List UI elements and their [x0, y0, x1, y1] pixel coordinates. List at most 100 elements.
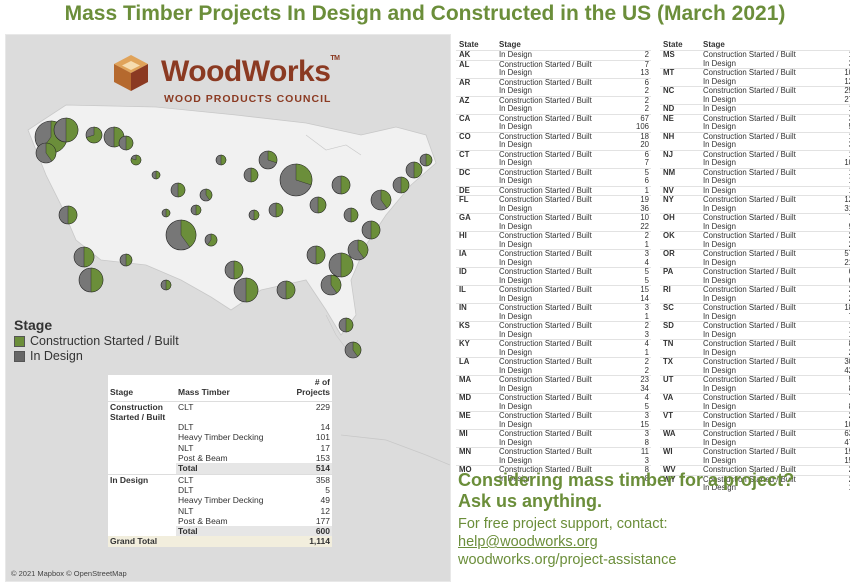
state-code: [456, 367, 497, 376]
state-count: 1: [823, 321, 850, 331]
state-row: In Design 1: [456, 240, 651, 250]
state-code: OR: [663, 249, 675, 258]
state-count: 14: [640, 293, 649, 303]
cta-subheadline: Ask us anything.: [458, 491, 603, 511]
summary-row: Post & Beam 153: [108, 453, 332, 463]
state-code: [456, 105, 497, 114]
state-row: FL Construction Started / Built 19: [456, 195, 651, 205]
summary-row: Post & Beam 177: [108, 516, 332, 526]
state-row: In Design 5: [456, 401, 651, 412]
state-stage: In Design: [499, 401, 532, 411]
map-credit[interactable]: © 2021 Mapbox © OpenStreetMap: [11, 569, 127, 578]
state-stage: In Design: [499, 50, 532, 59]
state-count: 21: [844, 257, 850, 267]
state-count: 3: [823, 59, 850, 69]
state-code: SD: [663, 321, 674, 330]
state-row: In Design 1: [660, 176, 850, 186]
state-count: 2: [644, 50, 649, 59]
project-pie-slice: [285, 280, 296, 300]
state-code: [456, 87, 497, 96]
state-stage: In Design: [703, 275, 736, 285]
legend-label: Construction Started / Built: [30, 334, 179, 348]
legend-item-in-design[interactable]: In Design: [14, 349, 179, 363]
state-table-left: State Stage AK In Design 2 AL Construction Sta…: [456, 40, 651, 483]
state-code: MA: [459, 375, 472, 384]
state-code: HI: [459, 231, 467, 240]
state-code: [456, 457, 497, 466]
state-row: In Design 31: [660, 203, 850, 214]
state-row: PAConstruction Started / Built6: [660, 267, 850, 277]
state-table-header: State Stage: [456, 40, 651, 50]
legend-item-construction[interactable]: Construction Started / Built: [14, 334, 179, 348]
state-count: 3: [823, 114, 850, 124]
state-count: 22: [640, 221, 649, 231]
state-stage: In Design: [499, 437, 532, 447]
grand-total-value: 1,114: [286, 536, 332, 547]
state-row: OKConstruction Started / Built2: [660, 231, 850, 241]
state-code: NJ: [663, 149, 673, 159]
cta-text: For free project support, contact:: [458, 516, 668, 532]
state-count: 2: [644, 104, 649, 113]
state-row: SDConstruction Started / Built1: [660, 321, 850, 331]
state-code: WA: [663, 429, 676, 438]
state-row: In Design 3: [660, 140, 850, 150]
state-count: 2: [823, 294, 850, 304]
state-count: 7: [823, 393, 850, 403]
summary-mass-timber: Heavy Timber Decking: [178, 495, 264, 506]
state-count: 34: [640, 383, 649, 393]
state-row: In Design 8: [660, 402, 850, 412]
state-row: In Design 2: [456, 86, 651, 96]
state-row: DC Construction Started / Built 5: [456, 167, 651, 178]
summary-total-row: Total 514: [108, 463, 332, 475]
state-code: GA: [459, 213, 471, 222]
cta-headline: Considering mass timber for a project?: [458, 470, 795, 490]
state-stage: In Design: [703, 419, 736, 429]
state-row: CO Construction Started / Built 18: [456, 131, 651, 142]
state-code: [456, 421, 497, 430]
summary-mass-timber: DLT: [178, 484, 194, 495]
state-row: NMConstruction Started / Built1: [660, 167, 850, 178]
state-stage: In Design: [499, 383, 532, 393]
state-row: In Design 10: [660, 158, 850, 168]
state-row: IN Construction Started / Built 3: [456, 303, 651, 313]
state-row: AL Construction Started / Built 7: [456, 59, 651, 70]
summary-stage: [108, 485, 176, 495]
state-stage: Construction Started / Built: [499, 185, 592, 195]
state-code: [660, 259, 701, 268]
state-count: 7: [823, 213, 850, 223]
state-count: 31: [844, 203, 850, 213]
us-map[interactable]: WoodWorksTM WOOD PRODUCTS COUNCIL Stage …: [5, 34, 451, 582]
summary-count: 153: [315, 453, 330, 464]
state-row: In Design 13: [456, 68, 651, 78]
state-code: [456, 277, 497, 286]
state-count: 2: [644, 365, 649, 375]
state-count: 7: [644, 158, 649, 167]
summary-row: DLT 5: [108, 485, 332, 495]
email-link[interactable]: help@woodworks.org: [458, 533, 848, 551]
summary-mass-timber: NLT: [178, 442, 194, 453]
state-row: In Design 3: [456, 456, 651, 466]
state-count: 12: [844, 76, 850, 86]
state-row: TNConstruction Started / Built8: [660, 339, 850, 349]
summary-mass-timber: NLT: [178, 505, 194, 516]
state-count: 1: [823, 176, 850, 186]
state-code: [660, 78, 701, 87]
website-link[interactable]: woodworks.org/project-assistance: [458, 551, 848, 569]
state-code: AR: [459, 77, 471, 87]
state-count: 8: [823, 384, 850, 394]
state-row: ID Construction Started / Built 5: [456, 267, 651, 277]
stage-col-header: Stage: [703, 40, 725, 49]
state-count: 1: [823, 330, 850, 340]
summary-mass-timber: Heavy Timber Decking: [178, 432, 264, 443]
state-row: In Design 6: [660, 275, 850, 286]
state-row: IL Construction Started / Built 15: [456, 285, 651, 295]
logo-tagline: WOOD PRODUCTS COUNCIL: [164, 93, 332, 105]
state-row: In Design 2: [660, 240, 850, 250]
state-stage: In Design: [499, 176, 532, 185]
state-count: 9: [823, 222, 850, 232]
state-count: 6: [823, 267, 850, 277]
state-code: IA: [459, 249, 467, 258]
state-row: In Design 14: [456, 293, 651, 304]
state-count: 1: [823, 168, 850, 178]
state-code: VA: [663, 393, 674, 402]
